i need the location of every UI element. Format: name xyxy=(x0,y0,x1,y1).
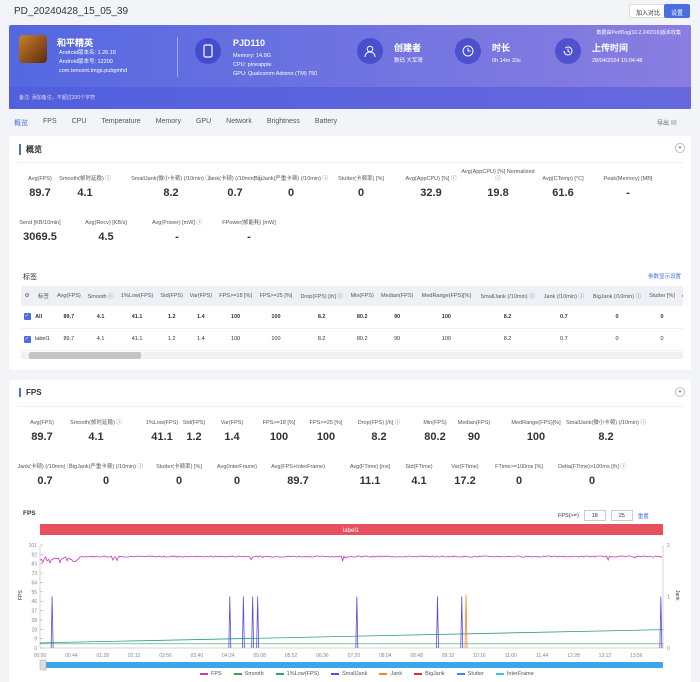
x-tick-label: 00:00 xyxy=(34,653,47,659)
smalljank-spike xyxy=(251,596,255,649)
x-tick-label: 03:40 xyxy=(191,653,204,659)
label-bar-text: label1 xyxy=(343,528,360,534)
legend-item[interactable]: 1%Low(FPS) xyxy=(275,671,320,677)
x-tick-label: 01:28 xyxy=(97,653,110,659)
x-tick-label: 08:48 xyxy=(410,653,423,659)
smalljank-spike xyxy=(228,596,232,649)
legend-label: Smooth xyxy=(244,671,264,677)
smalljank-spike xyxy=(659,596,663,649)
chart-legend: FPS Smooth 1%Low(FPS) SmallJank Jank BigJank S… xyxy=(200,671,534,677)
legend-swatch-icon xyxy=(495,672,504,675)
legend-label: 1%Low(FPS) xyxy=(286,671,320,677)
legend-swatch-icon xyxy=(414,672,423,675)
y2-tick-label: 1 xyxy=(667,595,670,601)
y-tick-label: 55 xyxy=(31,590,37,596)
legend-label: Jank xyxy=(390,671,403,677)
legend-item[interactable]: Smooth xyxy=(233,671,264,677)
legend-swatch-icon xyxy=(456,672,465,675)
legend-item[interactable]: Jank xyxy=(379,671,402,677)
legend-item[interactable]: FPS xyxy=(200,671,222,677)
smalljank-spike xyxy=(50,596,54,649)
legend-swatch-icon xyxy=(200,672,208,675)
x-tick-label: 11:00 xyxy=(505,653,517,659)
y-tick-label: 9 xyxy=(34,637,37,643)
y2-tick-label: 0 xyxy=(667,646,670,652)
slider-handle[interactable] xyxy=(39,659,47,671)
x-tick-label: 13:56 xyxy=(630,653,643,659)
smalljank-spike xyxy=(256,596,260,649)
legend-item[interactable]: SmallJank xyxy=(331,671,367,677)
x-tick-label: 10:16 xyxy=(473,653,486,659)
smalljank-spike xyxy=(460,596,464,649)
fps-chart: label109182837465564738392101012FPS Jank0… xyxy=(18,524,680,671)
x-tick-label: 09:32 xyxy=(442,653,455,659)
legend-swatch-icon xyxy=(379,672,388,675)
y-axis-label: FPS xyxy=(18,590,24,600)
legend-swatch-icon xyxy=(275,672,284,675)
x-tick-label: 00:44 xyxy=(65,653,78,659)
x-tick-label: 05:08 xyxy=(253,653,266,659)
x-tick-label: 07:20 xyxy=(348,653,361,659)
y-tick-label: 28 xyxy=(31,618,37,624)
y-tick-label: 101 xyxy=(29,543,38,549)
x-tick-label: 12:28 xyxy=(567,653,580,659)
y-tick-label: 0 xyxy=(34,646,37,652)
legend-item[interactable]: Stutter xyxy=(456,671,484,677)
x-tick-label: 08:04 xyxy=(379,653,392,659)
legend-label: InterFrame xyxy=(506,671,534,677)
legend-swatch-icon xyxy=(331,672,340,675)
smalljank-spike xyxy=(436,596,439,649)
y2-tick-label: 2 xyxy=(667,543,670,549)
y-tick-label: 92 xyxy=(31,552,37,558)
legend-label: SmallJank xyxy=(342,671,368,677)
legend-label: Stutter xyxy=(467,671,484,677)
legend-swatch-icon xyxy=(233,672,242,675)
chart-zoom-slider[interactable] xyxy=(40,662,663,668)
y-tick-label: 46 xyxy=(31,599,37,605)
legend-item[interactable]: InterFrame xyxy=(495,671,534,677)
x-tick-label: 04:24 xyxy=(222,653,235,659)
legend-item[interactable]: BigJank xyxy=(414,671,445,677)
fps-series xyxy=(39,555,663,564)
x-tick-label: 05:52 xyxy=(285,653,298,659)
x-tick-label: 02:56 xyxy=(159,653,172,659)
y-tick-label: 64 xyxy=(31,580,37,586)
jank-spike xyxy=(464,594,468,649)
y-tick-label: 18 xyxy=(31,627,37,633)
x-tick-label: 06:36 xyxy=(316,653,329,659)
x-tick-label: 11:44 xyxy=(536,653,548,659)
smalljank-spike xyxy=(241,596,245,649)
smalljank-spike xyxy=(355,596,359,649)
legend-label: FPS xyxy=(211,671,222,677)
y-tick-label: 73 xyxy=(31,571,37,577)
y-tick-label: 83 xyxy=(31,562,37,568)
legend-label: BigJank xyxy=(425,671,445,677)
low1-series xyxy=(39,629,664,644)
x-tick-label: 02:12 xyxy=(128,653,141,659)
y2-axis-label: Jank xyxy=(674,590,680,601)
y-tick-label: 37 xyxy=(31,609,37,615)
x-tick-label: 13:12 xyxy=(599,653,612,659)
